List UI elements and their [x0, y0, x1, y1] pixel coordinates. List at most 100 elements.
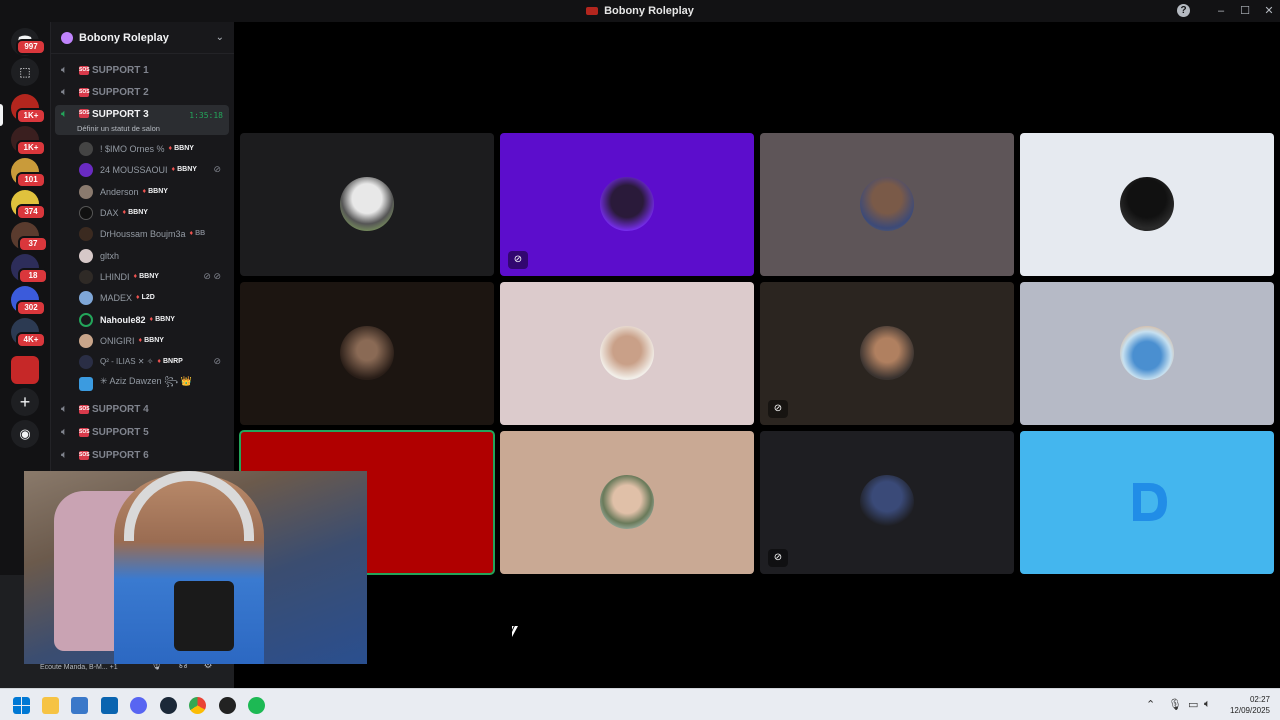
participant-avatar	[860, 326, 914, 380]
spotify-icon[interactable]	[248, 697, 265, 714]
sos-emoji-icon: SOS	[79, 88, 90, 97]
chrome-icon[interactable]	[189, 697, 206, 714]
member-tag: BBNY	[123, 209, 148, 216]
participant-avatar	[860, 475, 914, 529]
channel-status[interactable]: Définir un statut de salon	[77, 124, 160, 133]
mic-muted-icon: ⊘ ⊘	[203, 271, 221, 281]
member-tag: BBNY	[169, 145, 194, 152]
mic-muted-icon: ⊘	[213, 164, 221, 174]
voice-member[interactable]: LHINDI BBNY ⊘ ⊘	[79, 267, 229, 286]
member-tag: BBNY	[143, 188, 168, 195]
steam-icon[interactable]	[160, 697, 177, 714]
voice-member[interactable]: Nahoule82 BBNY	[79, 310, 229, 329]
member-name: ONIGIRI	[100, 335, 135, 346]
discord-window: Bobony Roleplay ? – ☐ ✕ 997 ⬚ 1K+ 1K+ 10…	[0, 0, 1280, 720]
member-tag: BNRP	[157, 358, 183, 365]
inbox-button[interactable]: ⬚	[11, 58, 39, 86]
windows-start-icon[interactable]	[13, 697, 30, 714]
member-tag: BBNY	[139, 337, 164, 344]
member-name: gltxh	[100, 250, 120, 261]
discord-icon[interactable]	[130, 697, 147, 714]
member-name: DrHoussam Boujm3a	[100, 228, 186, 239]
channel-label: SUPPORT 5	[92, 427, 149, 438]
member-tag: L2D	[136, 294, 155, 301]
participant-tile[interactable]	[500, 282, 754, 425]
voice-member[interactable]: 24 MOUSSAOUI BBNY ⊘	[79, 160, 229, 179]
participant-avatar	[600, 475, 654, 529]
voice-channel[interactable]: 🔈︎ SOS SUPPORT 4	[55, 399, 229, 420]
participant-avatar	[1120, 177, 1174, 231]
system-clock[interactable]: 02:27 12/09/2025	[1226, 694, 1270, 716]
participant-avatar	[340, 326, 394, 380]
tray-chevron-icon[interactable]: ⌃	[1146, 698, 1155, 711]
taskbar: ⌃ 🎙︎ ▭ 🔈︎ 02:27 12/09/2025	[0, 688, 1280, 720]
listening-activity[interactable]: Écoute Manda, B-M... +1	[40, 664, 118, 671]
add-server-icon[interactable]: +	[11, 388, 39, 416]
voice-member[interactable]: MADEX L2D	[79, 288, 229, 307]
participant-tile[interactable]	[500, 431, 754, 574]
speaker-icon: 🔈︎	[61, 86, 68, 98]
voice-member[interactable]: gltxh	[79, 246, 229, 265]
voice-member[interactable]: Q² - ILIAS ✕ ✧ BNRP ⊘	[79, 352, 229, 371]
participant-tile[interactable]	[240, 282, 494, 425]
voice-channel[interactable]: 🔈︎ SOS SUPPORT 5	[55, 422, 229, 443]
member-name: ! $IMO Ornes %	[100, 143, 165, 154]
avatar	[79, 354, 93, 369]
voice-member[interactable]: ! $IMO Ornes % BBNY	[79, 139, 229, 158]
unread-badge: 302	[16, 300, 46, 316]
voice-channel[interactable]: 🔈︎ SOS SUPPORT 1	[55, 60, 229, 81]
guild-header[interactable]: Bobony Roleplay ⌄	[51, 22, 234, 54]
avatar	[79, 290, 93, 305]
avatar	[79, 269, 93, 284]
unread-badge: 18	[18, 268, 48, 284]
server-icon[interactable]	[11, 356, 39, 384]
participant-tile[interactable]	[240, 133, 494, 276]
voice-member[interactable]: DrHoussam Boujm3a BB	[79, 224, 229, 243]
voice-channel[interactable]: 🔈︎ SOS SUPPORT 2	[55, 82, 229, 103]
member-name: Q² - ILIAS ✕ ✧	[100, 357, 154, 366]
voice-member[interactable]: ✳ Aziz Dawzen ꧂ 👑	[79, 374, 229, 393]
clock-date: 12/09/2025	[1229, 706, 1270, 715]
participant-tile[interactable]: ⊘	[760, 431, 1014, 574]
sos-emoji-icon: SOS	[79, 66, 90, 75]
file-explorer-icon[interactable]	[42, 697, 59, 714]
member-name: DAX	[100, 207, 119, 218]
participant-tile[interactable]	[1020, 133, 1274, 276]
close-button[interactable]: ✕	[1258, 2, 1280, 20]
member-name: MADEX	[100, 292, 133, 303]
mic-tray-icon[interactable]: 🎙︎	[1168, 698, 1182, 711]
help-icon[interactable]: ?	[1177, 4, 1190, 17]
voice-channel[interactable]: 🔈︎ SOS SUPPORT 6	[55, 445, 229, 466]
avatar	[79, 333, 93, 348]
participant-tile[interactable]: ⊘	[500, 133, 754, 276]
outlook-icon[interactable]	[101, 697, 118, 714]
member-name: LHINDI	[100, 271, 130, 282]
store-icon[interactable]	[71, 697, 88, 714]
sos-emoji-icon: SOS	[79, 428, 90, 437]
voice-member[interactable]: Anderson BBNY	[79, 182, 229, 201]
chevron-down-icon[interactable]: ⌄	[216, 32, 224, 43]
participant-tile[interactable]	[760, 133, 1014, 276]
avatar	[79, 205, 93, 220]
app-icon[interactable]	[219, 697, 236, 714]
avatar	[79, 162, 93, 177]
avatar	[79, 141, 93, 156]
voice-member[interactable]: ONIGIRI BBNY	[79, 331, 229, 350]
volume-icon[interactable]: 🔈︎	[1204, 698, 1211, 711]
network-icon[interactable]: ▭	[1188, 698, 1198, 711]
speaker-icon: 🔈︎	[61, 449, 68, 461]
member-tag: BBNY	[172, 166, 197, 173]
voice-channel-active[interactable]: 🔈︎ SOS SUPPORT 3 1:35:18 Définir un stat…	[55, 105, 229, 135]
member-name: Nahoule82	[100, 314, 146, 325]
participant-tile[interactable]	[1020, 282, 1274, 425]
guild-name: Bobony Roleplay	[79, 31, 169, 44]
member-name: 24 MOUSSAOUI	[100, 164, 168, 175]
participant-tile[interactable]	[1020, 431, 1274, 574]
d-logo-icon	[1133, 483, 1167, 521]
maximize-button[interactable]: ☐	[1234, 2, 1256, 20]
member-tag: BBNY	[150, 316, 175, 323]
voice-member[interactable]: DAX BBNY	[79, 203, 229, 222]
discover-icon[interactable]: ◉	[11, 420, 39, 448]
minimize-button[interactable]: –	[1210, 2, 1232, 20]
participant-tile[interactable]: ⊘	[760, 282, 1014, 425]
